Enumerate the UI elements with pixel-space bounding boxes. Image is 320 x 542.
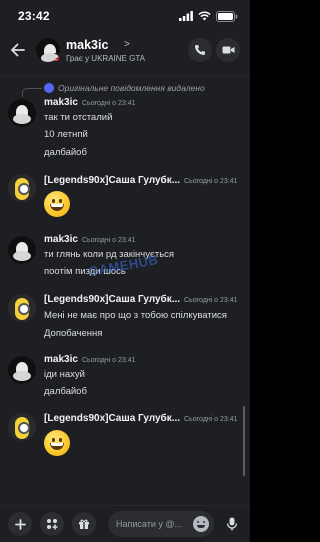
message-text: 10 летнпй bbox=[44, 129, 88, 140]
message-list[interactable]: Оригінальне повідомлення видалено mak3ic… bbox=[0, 76, 250, 505]
voice-call-button[interactable] bbox=[188, 38, 212, 62]
phone-icon bbox=[195, 45, 205, 55]
message-author[interactable]: [Legends90x]Саша Гулубк... bbox=[44, 413, 180, 424]
plus-icon bbox=[14, 518, 26, 530]
message-timestamp: Сьогодні о 23:41 bbox=[184, 296, 238, 304]
header-avatar[interactable] bbox=[36, 38, 60, 62]
avatar[interactable] bbox=[8, 174, 36, 202]
message-timestamp: Сьогодні о 23:41 bbox=[184, 177, 238, 185]
apps-button[interactable] bbox=[40, 512, 64, 536]
message-timestamp: Сьогодні о 23:41 bbox=[82, 236, 136, 244]
message-author[interactable]: [Legends90x]Саша Гулубк... bbox=[44, 294, 180, 305]
status-time: 23:42 bbox=[18, 9, 50, 23]
avatar[interactable] bbox=[8, 356, 36, 384]
header-activity: Грає у UKRAINE GTA bbox=[66, 54, 145, 63]
message-text: іди нахуй bbox=[44, 369, 85, 380]
discord-logo-icon bbox=[44, 83, 54, 93]
avatar[interactable] bbox=[8, 413, 36, 441]
avatar[interactable] bbox=[8, 236, 36, 264]
status-icons bbox=[179, 10, 238, 22]
message-timestamp: Сьогодні о 23:41 bbox=[184, 415, 238, 423]
message-composer: Написати у @... bbox=[0, 505, 250, 542]
message-timestamp: Сьогодні о 23:41 bbox=[82, 356, 136, 364]
voice-message-button[interactable] bbox=[220, 512, 244, 536]
grinning-face-emoji-icon bbox=[44, 191, 70, 217]
apps-icon bbox=[47, 519, 58, 530]
battery-icon bbox=[216, 10, 238, 22]
message-timestamp: Сьогодні о 23:41 bbox=[82, 99, 136, 107]
message-input-placeholder: Написати у @... bbox=[116, 519, 183, 529]
discord-dm-screen: 23:42 mak3ic > Грає у UKRAINE GTA Оригін… bbox=[0, 0, 250, 542]
message-text: далбайоб bbox=[44, 386, 87, 397]
gift-icon bbox=[79, 519, 89, 529]
message-author[interactable]: mak3ic bbox=[44, 97, 78, 108]
video-camera-icon bbox=[222, 46, 234, 54]
message-text: Допобачення bbox=[44, 328, 103, 339]
signal-icon bbox=[179, 11, 193, 21]
arrow-left-icon bbox=[11, 43, 25, 57]
scrollbar[interactable] bbox=[243, 406, 245, 476]
deleted-reply-text: Оригінальне повідомлення видалено bbox=[58, 83, 205, 93]
add-attachment-button[interactable] bbox=[8, 512, 32, 536]
emoji-picker-icon[interactable] bbox=[193, 516, 209, 532]
wifi-icon bbox=[198, 11, 211, 21]
status-bar: 23:42 bbox=[0, 0, 250, 30]
gift-button[interactable] bbox=[72, 512, 96, 536]
reply-connector bbox=[22, 88, 42, 97]
avatar[interactable] bbox=[8, 99, 36, 127]
avatar[interactable] bbox=[8, 294, 36, 322]
back-button[interactable] bbox=[8, 40, 28, 60]
message-text: Мені не має про що з тобою спілкуватися bbox=[44, 310, 227, 321]
microphone-icon bbox=[226, 517, 238, 531]
message-input[interactable]: Написати у @... bbox=[108, 511, 214, 537]
message-author[interactable]: [Legends90x]Саша Гулубк... bbox=[44, 175, 180, 186]
grinning-face-emoji-icon bbox=[44, 430, 70, 456]
message-author[interactable]: mak3ic bbox=[44, 354, 78, 365]
message-text: так ти отсталий bbox=[44, 112, 113, 123]
video-call-button[interactable] bbox=[216, 38, 240, 62]
dm-header: mak3ic > Грає у UKRAINE GTA bbox=[0, 30, 250, 70]
header-username[interactable]: mak3ic bbox=[66, 38, 108, 52]
chevron-right-icon[interactable]: > bbox=[124, 39, 130, 50]
message-author[interactable]: mak3ic bbox=[44, 234, 78, 245]
message-text: далбайоб bbox=[44, 147, 87, 158]
